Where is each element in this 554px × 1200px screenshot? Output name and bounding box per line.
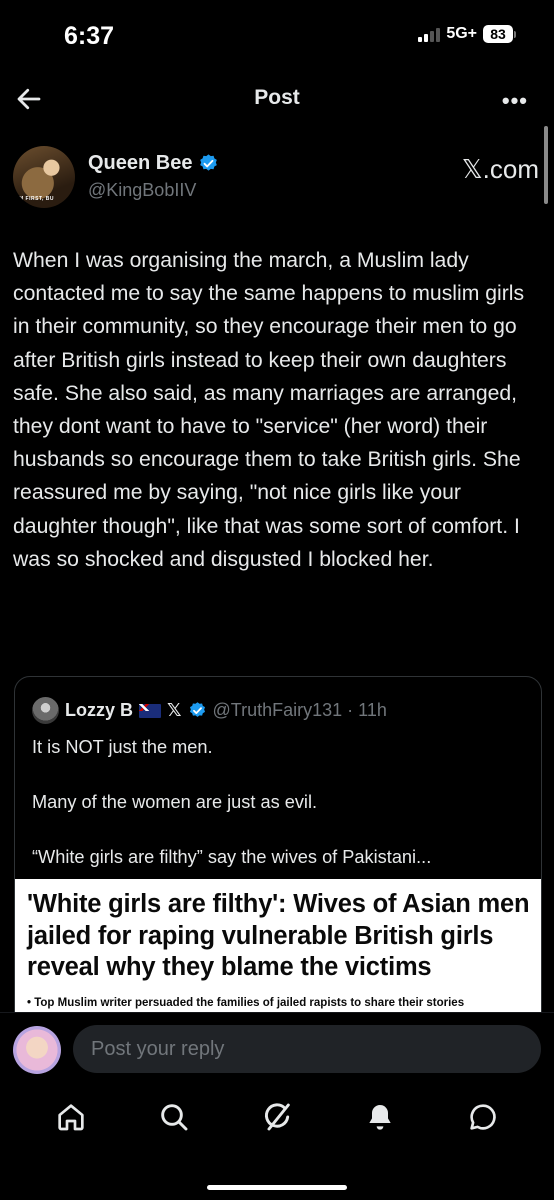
more-dots-icon: ••• xyxy=(501,88,528,113)
network-label: 5G+ xyxy=(446,25,477,42)
avatar[interactable]: M FIRST, BU xyxy=(13,146,75,208)
verified-badge-icon xyxy=(200,154,218,171)
battery-icon: 83 xyxy=(483,25,516,43)
quoted-post-header: Lozzy B 𝕏 @TruthFairy131 · 11h xyxy=(32,697,387,724)
status-time: 6:37 xyxy=(64,22,115,50)
x-com-watermark: 𝕏.com xyxy=(461,154,539,184)
author-name[interactable]: Queen Bee xyxy=(88,152,192,175)
post-text: When I was organising the march, a Musli… xyxy=(13,249,525,571)
verified-badge-icon xyxy=(189,702,205,717)
home-indicator xyxy=(207,1185,347,1190)
quoted-post[interactable]: Lozzy B 𝕏 @TruthFairy131 · 11h It is NOT… xyxy=(14,676,542,1038)
x-logo-icon: 𝕏 xyxy=(167,700,182,720)
grok-icon[interactable] xyxy=(261,1101,293,1133)
avatar xyxy=(32,697,59,724)
messages-icon[interactable] xyxy=(467,1101,499,1133)
avatar xyxy=(13,1026,61,1074)
quoted-author-name: Lozzy B xyxy=(65,700,134,720)
quoted-line: “White girls are filthy” say the wives o… xyxy=(32,847,432,867)
quoted-line: It is NOT just the men. xyxy=(32,737,213,757)
bottom-tab-bar xyxy=(0,1087,554,1147)
more-button[interactable]: ••• xyxy=(502,88,528,114)
notifications-icon[interactable] xyxy=(364,1101,396,1133)
author-handle[interactable]: @KingBobIIV xyxy=(88,180,196,201)
signal-icon xyxy=(418,26,441,42)
page-title: Post xyxy=(254,86,300,109)
home-icon[interactable] xyxy=(55,1101,87,1133)
avatar-caption: M FIRST, BU xyxy=(19,196,54,202)
search-icon[interactable] xyxy=(158,1101,190,1133)
quoted-line: Many of the women are just as evil. xyxy=(32,792,318,812)
top-nav: Post ••• xyxy=(0,72,554,126)
post-author: M FIRST, BU Queen Bee @KingBobIIV 𝕏.com xyxy=(13,146,541,216)
article-bullet: • Top Muslim writer persuaded the famili… xyxy=(27,997,465,1009)
quoted-handle-time: @TruthFairy131 · 11h xyxy=(212,700,387,720)
author-name-line: Queen Bee xyxy=(88,152,219,175)
quoted-post-text: It is NOT just the men. Many of the wome… xyxy=(32,733,532,898)
status-indicators: 5G+ 83 xyxy=(418,25,516,43)
reply-input[interactable] xyxy=(73,1025,541,1073)
australia-flag-icon xyxy=(139,703,162,718)
reply-bar xyxy=(0,1012,554,1088)
battery-level: 83 xyxy=(483,25,513,43)
article-headline: 'White girls are filthy': Wives of Asian… xyxy=(27,890,530,981)
status-bar: 6:37 5G+ 83 xyxy=(0,0,554,70)
scrollbar[interactable] xyxy=(544,126,548,204)
